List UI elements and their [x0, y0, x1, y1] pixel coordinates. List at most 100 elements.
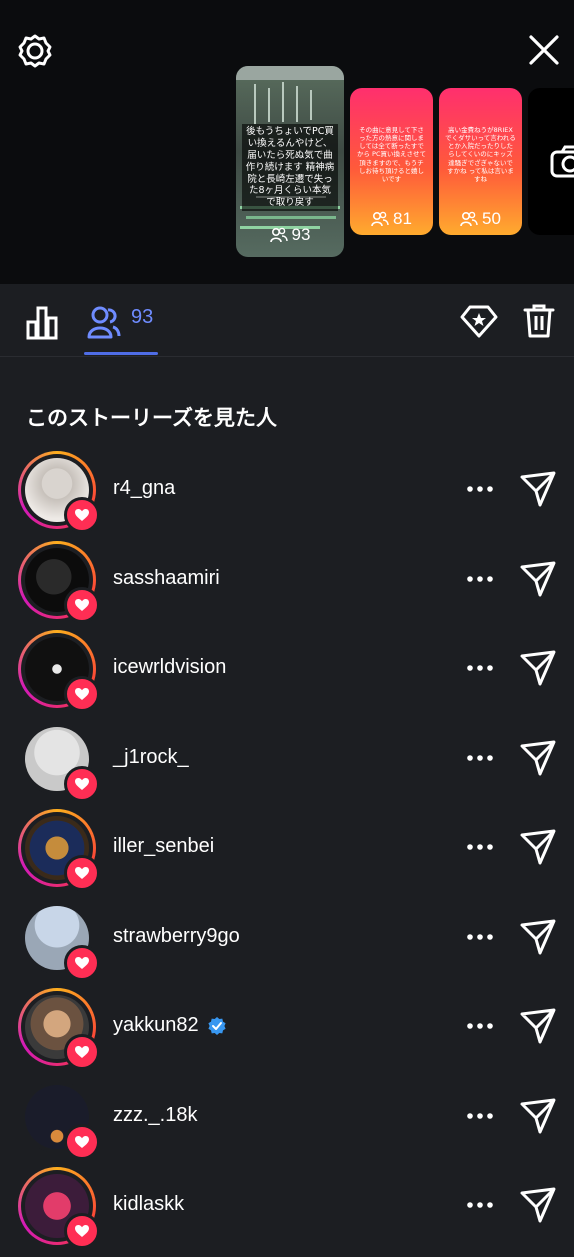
username-wrap[interactable]: _j1rock_: [113, 746, 189, 769]
username-wrap[interactable]: icewrldvision: [113, 656, 226, 679]
more-options-button[interactable]: [462, 567, 498, 591]
close-icon: [529, 35, 559, 65]
insights-tab-bar: [0, 284, 574, 357]
heart-icon: [75, 688, 89, 700]
story-viewer-count: 81: [350, 209, 433, 229]
more-options-button[interactable]: [462, 656, 498, 680]
paper-plane-icon: [520, 829, 556, 865]
more-options-button[interactable]: [462, 477, 498, 501]
send-message-button[interactable]: [518, 827, 558, 867]
like-heart-badge: [64, 1213, 100, 1249]
active-tab-indicator: [84, 352, 158, 355]
username-wrap[interactable]: iller_senbei: [113, 835, 214, 858]
username[interactable]: yakkun82: [113, 1014, 199, 1037]
username[interactable]: _j1rock_: [113, 746, 189, 769]
send-message-button[interactable]: [518, 1006, 558, 1046]
story-viewer-count: 50: [439, 209, 522, 229]
viewer-row[interactable]: r4_gna: [0, 451, 574, 541]
settings-button[interactable]: [16, 32, 54, 70]
trash-icon: [523, 304, 555, 338]
viewers-count: 93: [131, 306, 154, 328]
add-story-tile[interactable]: [528, 88, 574, 235]
username-wrap[interactable]: zzz._.18k: [113, 1104, 197, 1127]
tab-insights[interactable]: [22, 302, 62, 342]
ellipsis-icon: [467, 844, 493, 850]
username[interactable]: icewrldvision: [113, 656, 226, 679]
username[interactable]: strawberry9go: [113, 925, 240, 948]
more-options-button[interactable]: [462, 1104, 498, 1128]
viewer-row[interactable]: kidlaskk: [0, 1167, 574, 1257]
avatar[interactable]: [18, 1078, 100, 1160]
section-title: このストーリーズを見た人: [26, 406, 277, 430]
send-message-button[interactable]: [518, 648, 558, 688]
username-wrap[interactable]: yakkun82: [113, 1014, 227, 1037]
ellipsis-icon: [467, 665, 493, 671]
send-message-button[interactable]: [518, 1185, 558, 1225]
avatar[interactable]: [18, 988, 100, 1070]
story-viewer-number: 93: [291, 225, 311, 244]
heart-icon: [75, 598, 89, 611]
ellipsis-icon: [467, 1202, 493, 1208]
like-heart-badge: [64, 1034, 100, 1070]
viewer-row[interactable]: yakkun82: [0, 988, 574, 1078]
ellipsis-icon: [467, 1023, 493, 1029]
avatar[interactable]: [18, 451, 100, 533]
username[interactable]: iller_senbei: [113, 835, 214, 858]
viewer-row[interactable]: _j1rock_: [0, 720, 574, 810]
username-wrap[interactable]: kidlaskk: [113, 1193, 184, 1216]
ellipsis-icon: [467, 933, 493, 940]
username-wrap[interactable]: strawberry9go: [113, 925, 240, 948]
story-caption: 高い金費ねうが8RIEXでくダサいって言われるとか入院だったりしたらしてくいのに…: [445, 126, 516, 183]
more-options-button[interactable]: [462, 746, 498, 770]
story-thumbnail[interactable]: 後もうちょいでPC買い換えるんやけど、届いたら死ぬ気で曲作り続けます 精神病院と…: [236, 66, 344, 257]
tab-viewers[interactable]: [84, 302, 124, 342]
heart-icon: [75, 867, 89, 879]
send-message-button[interactable]: [518, 469, 558, 509]
send-message-button[interactable]: [518, 559, 558, 599]
more-options-button[interactable]: [462, 925, 498, 949]
username[interactable]: sasshaamiri: [113, 567, 220, 590]
highlight-button[interactable]: [458, 300, 500, 342]
story-thumbnail[interactable]: 高い金費ねうが8RIEXでくダサいって言われるとか入院だったりしたらしてくいのに…: [439, 88, 522, 235]
username[interactable]: zzz._.18k: [113, 1104, 197, 1127]
send-message-button[interactable]: [518, 738, 558, 778]
viewer-row[interactable]: icewrldvision: [0, 630, 574, 720]
avatar[interactable]: [18, 720, 100, 802]
avatar[interactable]: [18, 809, 100, 891]
like-heart-badge: [64, 765, 100, 802]
avatar[interactable]: [18, 630, 100, 712]
username-wrap[interactable]: r4_gna: [113, 477, 175, 500]
viewer-row[interactable]: iller_senbei: [0, 809, 574, 899]
more-options-button[interactable]: [462, 1014, 498, 1038]
username-wrap[interactable]: sasshaamiri: [113, 567, 220, 590]
story-header: 後もうちょいでPC買い換えるんやけど、届いたら死ぬ気で曲作り続けます 精神病院と…: [0, 0, 574, 284]
paper-plane-icon: [520, 561, 556, 596]
more-options-button[interactable]: [462, 835, 498, 859]
like-heart-badge: [64, 944, 100, 981]
send-message-button[interactable]: [518, 1096, 558, 1136]
bar-chart-icon: [26, 306, 58, 340]
story-thumbnail[interactable]: その曲に意見して下さった方の熱意に関しましては全て断ったすでから PC買い換えさ…: [350, 88, 433, 235]
avatar[interactable]: [18, 899, 100, 981]
more-options-button[interactable]: [462, 1193, 498, 1217]
avatar[interactable]: [18, 540, 100, 623]
heart-icon: [75, 509, 89, 521]
diamond-star-icon: [460, 305, 498, 338]
viewer-row[interactable]: sasshaamiri: [0, 540, 574, 631]
avatar[interactable]: [18, 1167, 100, 1249]
ellipsis-icon: [467, 575, 493, 582]
delete-button[interactable]: [518, 300, 560, 342]
username[interactable]: r4_gna: [113, 477, 175, 500]
viewer-row[interactable]: zzz._.18k: [0, 1078, 574, 1168]
like-heart-badge: [64, 497, 100, 533]
people-icon: [269, 227, 288, 243]
gear-icon: [18, 34, 52, 68]
send-message-button[interactable]: [518, 917, 558, 957]
paper-plane-icon: [520, 471, 556, 507]
story-caption: 後もうちょいでPC買い換えるんやけど、届いたら死ぬ気で曲作り続けます 精神病院と…: [242, 124, 338, 212]
username[interactable]: kidlaskk: [113, 1193, 184, 1216]
heart-icon: [75, 1135, 89, 1148]
close-button[interactable]: [526, 32, 562, 68]
viewer-row[interactable]: strawberry9go: [0, 899, 574, 989]
verified-badge-icon: [208, 1016, 226, 1035]
